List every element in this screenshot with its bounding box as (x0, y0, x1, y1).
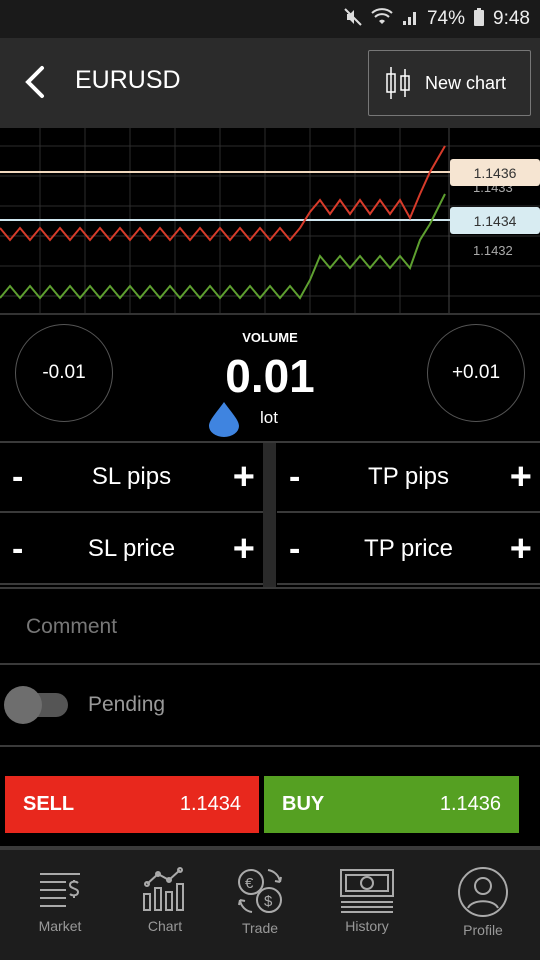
sell-price: 1.1434 (179, 793, 241, 815)
sl-price-label[interactable]: SL price (0, 535, 263, 563)
mute-icon (343, 7, 363, 32)
tp-price-label[interactable]: TP price (277, 535, 540, 563)
candlestick-icon (386, 67, 410, 99)
wifi-icon (371, 7, 393, 31)
buy-label: BUY (282, 793, 325, 815)
nav-item-market[interactable]: Market (30, 850, 90, 960)
bid-price-tag: 1.1434 (450, 207, 540, 234)
new-chart-button[interactable]: New chart (368, 50, 531, 116)
nav-label-trade: Trade (241, 920, 279, 936)
sell-series-line (0, 145, 446, 242)
comment-placeholder: Comment (26, 615, 118, 638)
sl-price-stepper: - SL price + (0, 515, 263, 585)
sl-pips-stepper: - SL pips + (0, 443, 263, 513)
buy-price: 1.1436 (439, 793, 501, 815)
column-divider (263, 443, 276, 589)
volume-increment-button[interactable]: +0.01 (427, 324, 525, 422)
pending-row: Pending (0, 665, 540, 747)
tp-price-plus-button[interactable]: + (510, 528, 532, 571)
comment-field[interactable]: Comment (0, 587, 540, 665)
signal-icon (401, 8, 419, 31)
market-icon (40, 873, 80, 907)
pending-label: Pending (88, 693, 166, 716)
sl-tp-area: - SL pips + - TP pips + - SL price + - T… (0, 441, 540, 589)
battery-percent: 74% (426, 8, 466, 29)
nav-label-market: Market (38, 918, 82, 934)
profile-icon (458, 867, 508, 917)
back-arrow-icon[interactable] (20, 62, 54, 102)
trade-icon: € $ (238, 869, 282, 913)
nav-label-chart: Chart (147, 918, 183, 934)
nav-label-history: History (345, 918, 389, 934)
pending-toggle-knob[interactable] (4, 686, 42, 724)
tp-pips-plus-button[interactable]: + (510, 456, 532, 499)
svg-text:$: $ (264, 893, 273, 910)
sl-pips-minus-button[interactable]: - (12, 458, 23, 497)
bottom-nav: Market Chart € $ Trade History Profile (0, 850, 540, 960)
battery-icon (473, 7, 485, 32)
tp-price-stepper: - TP price + (277, 515, 540, 585)
svg-text:€: € (245, 875, 254, 892)
nav-item-history[interactable]: History (337, 850, 397, 960)
buy-series-line (0, 193, 446, 300)
tp-pips-minus-button[interactable]: - (289, 458, 300, 497)
tp-price-minus-button[interactable]: - (289, 530, 300, 569)
nav-item-chart[interactable]: Chart (135, 850, 195, 960)
new-chart-label: New chart (425, 72, 507, 93)
ask-price-tag: 1.1436 (450, 159, 540, 186)
page-title: EURUSD (75, 66, 181, 94)
price-chart[interactable]: 1.1433 1.1432 1.1436 1.1434 (0, 128, 540, 313)
sl-price-minus-button[interactable]: - (12, 530, 23, 569)
clock: 9:48 (493, 8, 530, 29)
sell-button[interactable]: SELL 1.1434 (5, 776, 259, 833)
lot-unit-label: lot (260, 408, 278, 427)
sl-price-plus-button[interactable]: + (233, 528, 255, 571)
status-bar: 74% 9:48 (0, 0, 540, 38)
sell-label: SELL (23, 793, 75, 815)
sl-pips-plus-button[interactable]: + (233, 456, 255, 499)
drop-icon (207, 400, 241, 443)
nav-item-trade[interactable]: € $ Trade (230, 850, 290, 960)
axis-label: 1.1432 (473, 243, 513, 258)
tp-pips-stepper: - TP pips + (277, 443, 540, 513)
nav-item-profile[interactable]: Profile (453, 850, 513, 960)
chart-icon (143, 867, 184, 911)
history-icon (340, 869, 394, 913)
top-bar: EURUSD New chart (0, 38, 540, 128)
nav-label-profile: Profile (463, 922, 503, 938)
buy-button[interactable]: BUY 1.1436 (264, 776, 519, 833)
sl-pips-label[interactable]: SL pips (0, 463, 263, 491)
tp-pips-label[interactable]: TP pips (277, 463, 540, 491)
